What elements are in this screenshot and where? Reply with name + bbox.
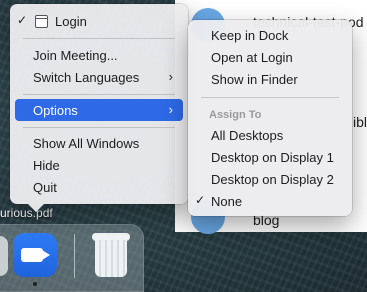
menu-item-label: Options xyxy=(33,103,78,118)
menu-item-quit[interactable]: Quit xyxy=(15,176,183,198)
menu-item-label: None xyxy=(211,194,243,209)
dock-separator xyxy=(74,234,75,278)
menu-item-label: Keep in Dock xyxy=(211,28,289,43)
menu-item-all-desktops[interactable]: All Desktops xyxy=(193,124,347,146)
menu-separator xyxy=(23,127,175,128)
desktop-file-label[interactable]: urious.pdf xyxy=(0,206,53,220)
menu-item-switch-languages[interactable]: Switch Languages › xyxy=(15,66,183,88)
trash-body xyxy=(95,240,127,277)
checkmark-icon: ✓ xyxy=(17,13,28,27)
zoom-app-icon[interactable] xyxy=(13,233,57,277)
menu-item-desktop-display-2[interactable]: Desktop on Display 2 xyxy=(193,168,347,190)
menu-item-label: All Desktops xyxy=(211,128,284,143)
menu-separator xyxy=(23,94,175,95)
menu-item-label: Show All Windows xyxy=(33,136,140,151)
chevron-right-icon: › xyxy=(168,102,173,117)
running-indicator xyxy=(33,282,37,286)
menu-item-login[interactable]: ✓ Login xyxy=(15,10,183,32)
menu-item-none[interactable]: ✓ None xyxy=(193,190,347,212)
menu-item-keep-in-dock[interactable]: Keep in Dock xyxy=(193,24,347,46)
dock-app-icon[interactable] xyxy=(0,236,8,276)
menu-item-label: Hide xyxy=(33,158,60,173)
menu-item-label: Desktop on Display 2 xyxy=(211,172,334,187)
menu-item-label: Quit xyxy=(33,180,57,195)
dock-context-menu: ✓ Login Join Meeting... Switch Languages… xyxy=(10,4,188,204)
menu-item-join-meeting[interactable]: Join Meeting... xyxy=(15,44,183,66)
menu-separator xyxy=(201,97,339,98)
options-submenu: Keep in Dock Open at Login Show in Finde… xyxy=(188,20,352,216)
menu-item-label: Open at Login xyxy=(211,50,293,65)
checkmark-icon: ✓ xyxy=(195,193,206,207)
menu-item-open-at-login[interactable]: Open at Login xyxy=(193,46,347,68)
menu-item-label: Login xyxy=(55,14,87,29)
background-window-row-text: ibli xyxy=(353,114,367,130)
menu-pointer xyxy=(28,204,44,212)
menu-item-hide[interactable]: Hide xyxy=(15,154,183,176)
menu-item-options[interactable]: Options › xyxy=(15,99,183,121)
trash-icon[interactable] xyxy=(92,233,130,277)
assign-to-header: Assign To xyxy=(209,109,262,121)
video-camera-icon xyxy=(21,248,43,262)
menu-item-label: Desktop on Display 1 xyxy=(211,150,334,165)
menu-item-show-all-windows[interactable]: Show All Windows xyxy=(15,132,183,154)
window-icon xyxy=(35,15,48,28)
menu-item-label: Join Meeting... xyxy=(33,48,118,63)
menu-item-show-in-finder[interactable]: Show in Finder xyxy=(193,68,347,90)
menu-item-label: Show in Finder xyxy=(211,72,298,87)
menu-separator xyxy=(23,38,175,39)
menu-item-label: Switch Languages xyxy=(33,70,140,85)
chevron-right-icon: › xyxy=(168,69,173,84)
menu-item-desktop-display-1[interactable]: Desktop on Display 1 xyxy=(193,146,347,168)
trash-lid xyxy=(92,233,130,240)
